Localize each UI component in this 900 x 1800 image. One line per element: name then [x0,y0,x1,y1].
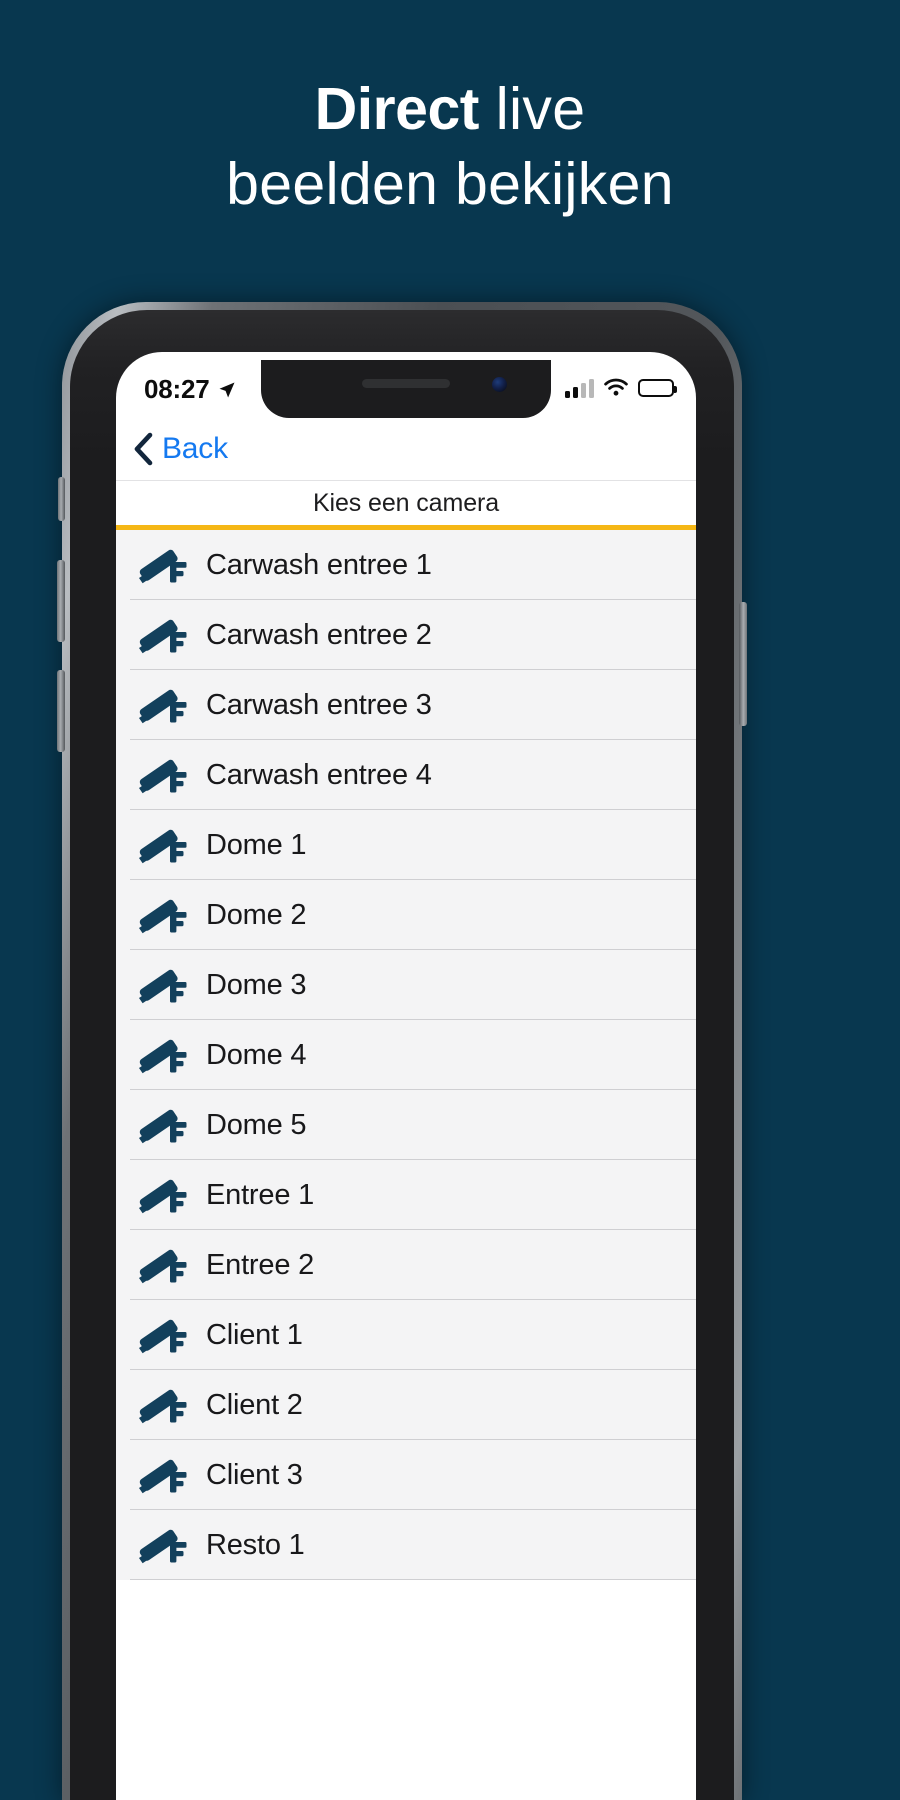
headline-word-bold: Direct [314,76,480,142]
phone-volume-down-button[interactable] [57,670,65,752]
camera-name-label: Dome 1 [206,828,307,861]
cctv-camera-icon [139,1459,187,1494]
camera-list-item[interactable]: Dome 4 [116,1020,696,1090]
camera-list-item[interactable]: Carwash entree 2 [116,600,696,670]
camera-list-item[interactable]: Dome 1 [116,810,696,880]
camera-list-item[interactable]: Carwash entree 4 [116,740,696,810]
camera-icon-wrap [130,544,196,586]
camera-list-item[interactable]: Dome 5 [116,1090,696,1160]
nav-bar: Back [116,418,696,480]
cctv-camera-icon [139,1109,187,1144]
camera-icon-wrap [130,754,196,796]
camera-list-item[interactable]: Dome 3 [116,950,696,1020]
phone-power-button[interactable] [739,602,747,726]
cctv-camera-icon [139,969,187,1004]
location-arrow-icon [219,382,234,397]
headline-word-light: live [478,76,586,142]
camera-icon-wrap [130,1174,196,1216]
section-title: Kies een camera [312,488,500,517]
cctv-camera-icon [139,1319,187,1354]
cctv-camera-icon [139,1389,187,1424]
phone-bezel: 08:27 Back Kies een camera Carwash entre… [70,310,734,1800]
camera-list-item[interactable]: Carwash entree 1 [116,530,696,600]
camera-name-label: Resto 1 [206,1528,305,1561]
camera-list-item[interactable]: Client 2 [116,1370,696,1440]
camera-icon-wrap [130,614,196,656]
cctv-camera-icon [139,899,187,934]
headline-line-2: beelden bekijken [226,150,674,217]
status-time-group: 08:27 [144,374,237,405]
camera-icon-wrap [130,1104,196,1146]
page-headline: Direct live beelden bekijken [0,72,900,222]
cctv-camera-icon [139,619,187,654]
battery-full-icon [638,379,677,397]
section-header: Kies een camera [116,480,696,525]
camera-icon-wrap [130,1454,196,1496]
phone-mute-switch[interactable] [58,477,65,521]
camera-name-label: Client 1 [206,1318,303,1351]
camera-list-item[interactable]: Client 1 [116,1300,696,1370]
cctv-camera-icon [139,549,187,584]
camera-name-label: Carwash entree 1 [206,548,432,581]
phone-mockup: 08:27 Back Kies een camera Carwash entre… [57,302,747,1800]
cctv-camera-icon [139,1039,187,1074]
camera-icon-wrap [130,964,196,1006]
camera-icon-wrap [130,1524,196,1566]
phone-screen: 08:27 Back Kies een camera Carwash entre… [116,352,696,1800]
camera-list-item[interactable]: Entree 2 [116,1230,696,1300]
camera-icon-wrap [130,1314,196,1356]
camera-name-label: Dome 5 [206,1108,307,1141]
status-bar: 08:27 [116,352,696,418]
camera-icon-wrap [130,1034,196,1076]
camera-icon-wrap [130,1244,196,1286]
cctv-camera-icon [139,829,187,864]
camera-name-label: Dome 2 [206,898,307,931]
camera-name-label: Client 2 [206,1388,303,1421]
cctv-camera-icon [139,1249,187,1284]
status-time-label: 08:27 [144,374,210,404]
camera-list-item[interactable]: Client 3 [116,1440,696,1510]
cellular-signal-icon [565,378,594,398]
status-indicator-group [565,378,677,398]
camera-list-item[interactable]: Dome 2 [116,880,696,950]
camera-list-item[interactable]: Resto 1 [116,1510,696,1580]
back-button[interactable]: Back [132,432,228,466]
camera-name-label: Carwash entree 4 [206,758,432,791]
camera-icon-wrap [130,684,196,726]
wifi-icon [604,378,628,396]
camera-icon-wrap [130,824,196,866]
camera-icon-wrap [130,1384,196,1426]
cctv-camera-icon [139,689,187,724]
back-button-label: Back [162,432,228,465]
camera-list-item[interactable]: Carwash entree 3 [116,670,696,740]
camera-name-label: Entree 2 [206,1248,315,1281]
cctv-camera-icon [139,1529,187,1564]
camera-name-label: Dome 3 [206,968,307,1001]
camera-icon-wrap [130,894,196,936]
camera-list: Carwash entree 1 Carwash entree 2 Carwas… [116,530,696,1580]
camera-name-label: Client 3 [206,1458,303,1491]
camera-name-label: Dome 4 [206,1038,307,1071]
phone-volume-up-button[interactable] [57,560,65,642]
headline-line-1: Direct live [315,76,586,142]
camera-name-label: Entree 1 [206,1178,315,1211]
camera-name-label: Carwash entree 3 [206,688,432,721]
camera-name-label: Carwash entree 2 [206,618,432,651]
chevron-left-icon [134,432,153,466]
camera-list-item[interactable]: Entree 1 [116,1160,696,1230]
cctv-camera-icon [139,1179,187,1214]
cctv-camera-icon [139,759,187,794]
